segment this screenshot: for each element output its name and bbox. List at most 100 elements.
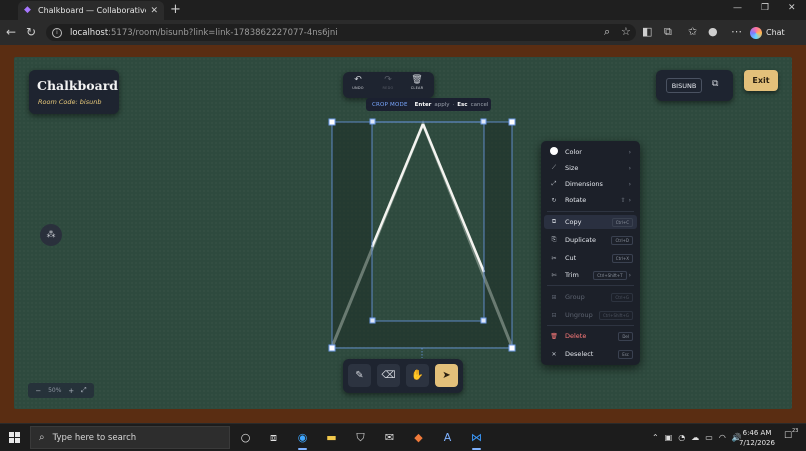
menu-item-color[interactable]: Color › xyxy=(544,145,637,159)
selection-handle-bl[interactable] xyxy=(328,344,336,352)
undo-icon: ↶ xyxy=(354,75,362,85)
mail-icon[interactable]: ✉ xyxy=(381,429,398,446)
selection-handle-tr[interactable] xyxy=(508,118,516,126)
back-arrow-icon[interactable]: ← xyxy=(6,26,16,38)
reload-icon[interactable]: ↻ xyxy=(26,26,36,38)
crop-mode-label: CROP MODE xyxy=(372,101,408,108)
crop-handle-br[interactable] xyxy=(480,317,487,324)
color-swatch-icon xyxy=(549,147,559,157)
participants-icon[interactable]: ⁂ xyxy=(40,224,62,246)
browser-address-bar: ← ↻ i localhost:5173/room/bisunb?link=li… xyxy=(0,20,806,45)
menu-item-cut[interactable]: ✂ Cut Ctrl+X xyxy=(544,251,637,265)
cursor-arrow-icon: ➤ xyxy=(442,370,451,381)
git-app-icon[interactable]: ◆ xyxy=(410,429,427,446)
crop-handle-tl[interactable] xyxy=(369,118,376,125)
menu-item-delete[interactable]: 🗑 Delete Del xyxy=(544,329,637,343)
task-view-icon[interactable]: ⧈ xyxy=(265,429,282,446)
exit-button[interactable]: Exit xyxy=(744,70,778,91)
selection-handle-br[interactable] xyxy=(508,344,516,352)
room-code-label: Room Code: bisunb xyxy=(38,98,102,106)
selection-handle-tl[interactable] xyxy=(328,118,336,126)
undo-button[interactable]: ↶ UNDO xyxy=(347,75,369,95)
tray-app-icon[interactable]: ▣ xyxy=(665,433,673,442)
menu-shortcut: Esc xyxy=(618,349,633,359)
menu-item-duplicate[interactable]: ⎘ Duplicate Ctrl+D xyxy=(544,233,637,247)
menu-item-group[interactable]: ⊞ Group Ctrl+G xyxy=(544,290,637,304)
menu-item-deselect[interactable]: ✕ Deselect Esc xyxy=(544,347,637,361)
menu-item-rotate[interactable]: ↻ Rotate ⇧ › xyxy=(544,193,637,207)
eraser-icon: ⌫ xyxy=(381,370,396,381)
system-tray: ⌃ ▣ ◔ ☁ ▭ ◠ 🔊 xyxy=(652,424,742,451)
menu-item-trim[interactable]: ✄ Trim Ctrl+Shift+T › xyxy=(544,268,637,282)
tool-dock: ✎ ⌫ ✋ ➤ xyxy=(343,359,463,393)
app-a-icon[interactable]: A xyxy=(439,429,456,446)
crop-rectangle[interactable] xyxy=(371,121,485,322)
restore-window-icon[interactable]: ❐ xyxy=(761,3,769,13)
tray-overflow-chevron-icon[interactable]: ⌃ xyxy=(652,433,659,442)
tray-cloud-icon[interactable]: ☁ xyxy=(691,433,699,442)
favorite-star-icon[interactable]: ☆ xyxy=(621,26,631,38)
zoom-out-button[interactable]: − xyxy=(35,387,41,395)
extension-icon[interactable]: ◧ xyxy=(642,26,652,38)
menu-item-ungroup[interactable]: ⊟ Ungroup Ctrl+Shift+G xyxy=(544,308,637,322)
vscode-icon[interactable]: ⋈ xyxy=(468,429,485,450)
tray-monitor-icon[interactable]: ▭ xyxy=(705,433,713,442)
brand-title: Chalkboard xyxy=(37,78,119,93)
zoom-fit-icon[interactable]: ⤢ xyxy=(81,386,87,395)
redo-button[interactable]: ↷ REDO xyxy=(377,75,399,95)
submenu-chevron-icon: › xyxy=(628,196,631,204)
microsoft-store-icon[interactable]: ⛉ xyxy=(352,429,369,446)
menu-shortcut: Ctrl+Shift+T xyxy=(593,270,627,280)
new-tab-icon[interactable]: + xyxy=(170,2,181,17)
file-explorer-icon[interactable]: ▬ xyxy=(323,429,340,446)
chalkboard-favicon-icon: ◆ xyxy=(24,5,31,15)
url-field[interactable]: i localhost:5173/room/bisunb?link=link-1… xyxy=(46,24,636,41)
menu-item-copy[interactable]: ⧉ Copy Ctrl+C xyxy=(544,215,637,229)
taskbar-clock[interactable]: 6:46 AM 7/12/2026 xyxy=(738,428,776,448)
hand-tool-button[interactable]: ✋ xyxy=(406,364,429,387)
triangle-right-edge xyxy=(421,123,486,273)
cortana-circle-icon[interactable]: ○ xyxy=(237,429,254,446)
select-tool-button[interactable]: ➤ xyxy=(435,364,458,387)
eraser-tool-button[interactable]: ⌫ xyxy=(377,364,400,387)
menu-shortcut: Ctrl+C xyxy=(611,217,633,227)
site-info-icon[interactable]: i xyxy=(52,27,62,38)
menu-item-dimensions[interactable]: ⤢ Dimensions › xyxy=(544,177,637,191)
browser-tab-active[interactable]: ◆ Chalkboard — Collaborative Real- ✕ xyxy=(18,1,164,20)
crop-handle-tr[interactable] xyxy=(480,118,487,125)
minimize-window-icon[interactable]: — xyxy=(733,3,742,13)
crop-handle-bl[interactable] xyxy=(369,317,376,324)
redo-label: REDO xyxy=(382,86,394,90)
menu-item-size[interactable]: ⟋ Size › xyxy=(544,161,637,175)
close-tab-icon[interactable]: ✕ xyxy=(150,6,158,16)
wifi-icon[interactable]: ◠ xyxy=(719,433,726,442)
extensions-puzzle-icon[interactable]: ⧉ xyxy=(664,26,672,38)
edge-browser-icon[interactable]: ◉ xyxy=(294,429,311,450)
favorites-bar-icon[interactable]: ✩ xyxy=(688,26,697,38)
menu-item-label: Group xyxy=(565,293,585,301)
menu-item-label: Ungroup xyxy=(565,311,593,319)
more-menu-icon[interactable]: ⋯ xyxy=(731,26,742,38)
zoom-magnifier-icon[interactable]: ⌕ xyxy=(604,26,610,38)
menu-item-label: Copy xyxy=(565,218,582,226)
copy-room-code-icon[interactable]: ⧉ xyxy=(712,79,718,89)
close-window-icon[interactable]: ✕ xyxy=(788,3,796,13)
copilot-logo-icon xyxy=(750,26,762,39)
taskbar-search-box[interactable]: ⌕ Type here to search xyxy=(30,426,230,449)
clear-button[interactable]: 🗑 CLEAR xyxy=(406,75,428,95)
brand-panel: Chalkboard Room Code: bisunb xyxy=(29,70,119,114)
profile-avatar-icon[interactable]: ● xyxy=(708,26,718,38)
menu-separator xyxy=(547,211,634,212)
menu-item-label: Delete xyxy=(565,332,587,340)
copy-icon: ⧉ xyxy=(551,218,557,225)
copilot-chat-button[interactable]: Chat xyxy=(750,24,798,41)
pen-tool-button[interactable]: ✎ xyxy=(348,364,371,387)
start-windows-icon[interactable] xyxy=(9,432,20,443)
menu-item-label: Cut xyxy=(565,254,577,262)
undo-label: UNDO xyxy=(352,86,364,90)
notification-center-icon[interactable]: 23 ☐ xyxy=(784,428,798,441)
tray-network-icon[interactable]: ◔ xyxy=(678,433,685,442)
zoom-in-button[interactable]: + xyxy=(68,387,74,395)
submenu-chevron-icon: › xyxy=(628,148,631,156)
browser-tab-bar: ◆ Chalkboard — Collaborative Real- ✕ + —… xyxy=(0,0,806,20)
